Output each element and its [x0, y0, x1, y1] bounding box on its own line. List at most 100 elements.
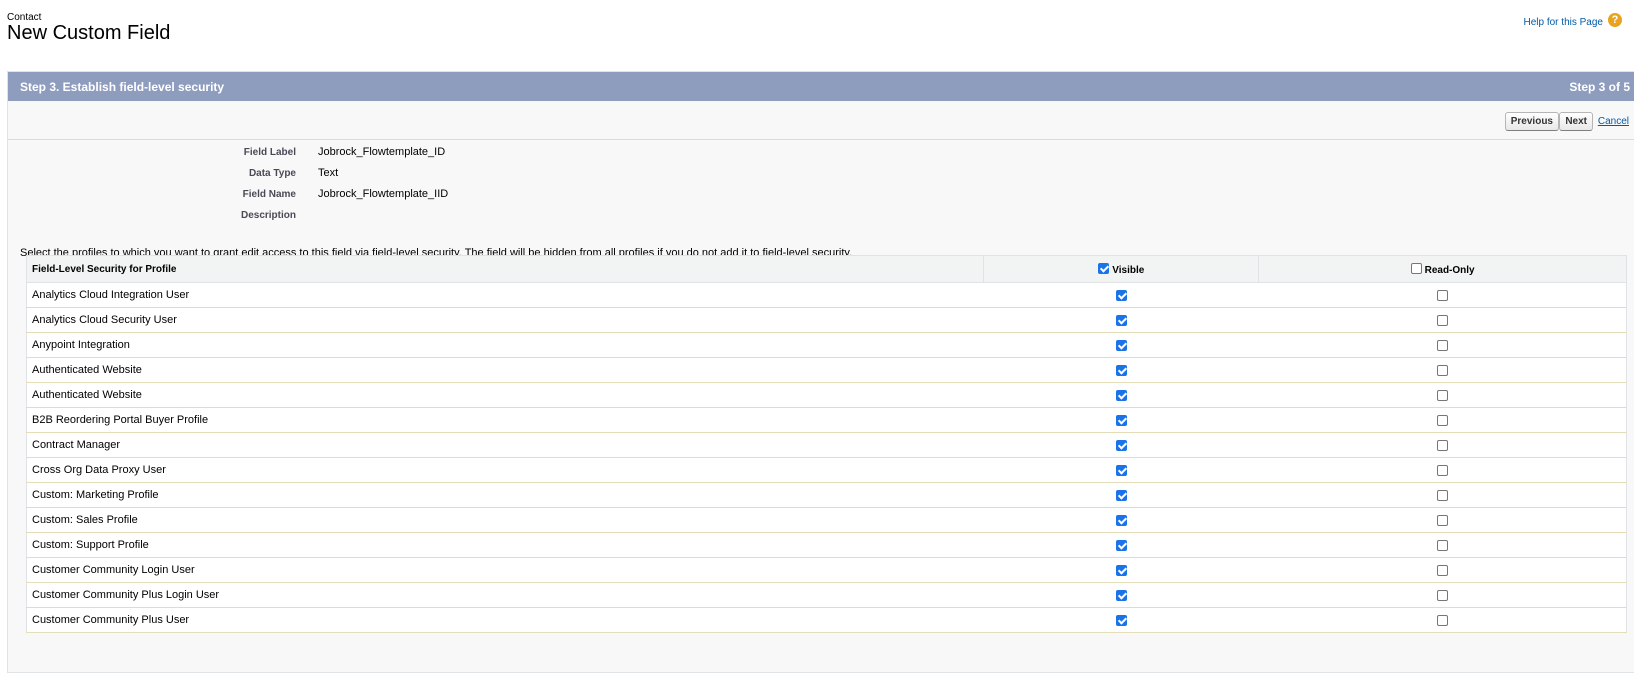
- profile-name: Customer Community Plus Login User: [25, 582, 984, 608]
- visible-cell: [983, 307, 1259, 333]
- profile-name: Analytics Cloud Security User: [25, 307, 984, 333]
- readonly-cell: [1258, 407, 1627, 433]
- visible-header-label: Visible: [1112, 264, 1145, 276]
- profile-name: Custom: Sales Profile: [25, 507, 984, 533]
- visible-cell: [983, 357, 1259, 383]
- readonly-checkbox[interactable]: [1436, 614, 1448, 626]
- readonly-checkbox[interactable]: [1436, 414, 1448, 426]
- step-panel: Step 3. Establish field-level security S…: [7, 71, 1634, 673]
- visible-checkbox[interactable]: [1115, 564, 1127, 576]
- cancel-link[interactable]: Cancel: [1598, 116, 1629, 127]
- readonly-cell: [1258, 432, 1627, 458]
- table-body: Analytics Cloud Integration User Analytic…: [25, 282, 1627, 633]
- readonly-cell: [1258, 332, 1627, 358]
- visible-checkbox[interactable]: [1115, 339, 1127, 351]
- profile-name: Analytics Cloud Integration User: [25, 282, 984, 308]
- table-row: Custom: Support Profile: [25, 532, 1627, 558]
- detail-value: Jobrock_Flowtemplate_ID: [318, 146, 446, 158]
- visible-cell: [983, 432, 1259, 458]
- visible-column-header: Visible: [983, 255, 1260, 283]
- detail-field-name: Field Name Jobrock_Flowtemplate_IID: [8, 187, 808, 203]
- step-count: Step 3 of 5: [1569, 80, 1630, 94]
- step-title: Step 3. Establish field-level security: [20, 80, 225, 94]
- readonly-checkbox[interactable]: [1436, 564, 1448, 576]
- readonly-column-header: Read-Only: [1258, 255, 1627, 283]
- visible-checkbox[interactable]: [1115, 414, 1127, 426]
- readonly-checkbox[interactable]: [1436, 514, 1448, 526]
- visible-all-checkbox[interactable]: [1098, 262, 1110, 274]
- step-header: Step 3. Establish field-level security S…: [8, 72, 1634, 101]
- readonly-all-checkbox[interactable]: [1410, 262, 1422, 274]
- readonly-cell: [1258, 457, 1627, 483]
- profile-name: Customer Community Login User: [25, 557, 984, 583]
- profile-name: Authenticated Website: [25, 382, 984, 408]
- readonly-checkbox[interactable]: [1436, 289, 1448, 301]
- readonly-checkbox[interactable]: [1436, 489, 1448, 501]
- detail-value: Jobrock_Flowtemplate_IID: [318, 188, 449, 200]
- profile-name: Contract Manager: [25, 432, 984, 458]
- visible-checkbox[interactable]: [1115, 464, 1127, 476]
- table-row: Analytics Cloud Security User: [25, 307, 1627, 333]
- visible-cell: [983, 407, 1259, 433]
- next-button[interactable]: Next: [1559, 112, 1593, 131]
- profile-name: B2B Reordering Portal Buyer Profile: [25, 407, 984, 433]
- detail-description: Description: [8, 208, 808, 224]
- profile-name: Customer Community Plus User: [25, 607, 984, 633]
- profile-name: Custom: Support Profile: [25, 532, 984, 558]
- detail-field-label: Field Label Jobrock_Flowtemplate_ID: [8, 145, 808, 161]
- readonly-cell: [1258, 382, 1627, 408]
- readonly-checkbox[interactable]: [1436, 589, 1448, 601]
- readonly-cell: [1258, 532, 1627, 558]
- readonly-cell: [1258, 557, 1627, 583]
- readonly-checkbox[interactable]: [1436, 439, 1448, 451]
- visible-cell: [983, 532, 1259, 558]
- profile-column-header: Field-Level Security for Profile: [25, 255, 985, 283]
- table-row: Cross Org Data Proxy User: [25, 457, 1627, 483]
- visible-checkbox[interactable]: [1115, 489, 1127, 501]
- visible-checkbox[interactable]: [1115, 289, 1127, 301]
- readonly-cell: [1258, 357, 1627, 383]
- readonly-checkbox[interactable]: [1436, 464, 1448, 476]
- profile-name: Cross Org Data Proxy User: [25, 457, 984, 483]
- visible-checkbox[interactable]: [1115, 539, 1127, 551]
- visible-cell: [983, 582, 1259, 608]
- profile-name: Anypoint Integration: [25, 332, 984, 358]
- visible-cell: [983, 282, 1259, 308]
- readonly-cell: [1258, 582, 1627, 608]
- question-icon[interactable]: ?: [1608, 13, 1622, 27]
- visible-cell: [983, 607, 1259, 633]
- readonly-cell: [1258, 282, 1627, 308]
- visible-cell: [983, 332, 1259, 358]
- visible-cell: [983, 482, 1259, 508]
- help-link[interactable]: Help for this Page: [1524, 17, 1604, 28]
- readonly-checkbox[interactable]: [1436, 389, 1448, 401]
- readonly-checkbox[interactable]: [1436, 364, 1448, 376]
- table-row: Anypoint Integration: [25, 332, 1627, 358]
- visible-cell: [983, 557, 1259, 583]
- profile-name: Authenticated Website: [25, 357, 984, 383]
- visible-checkbox[interactable]: [1115, 514, 1127, 526]
- table-row: Analytics Cloud Integration User: [25, 282, 1627, 308]
- field-level-security-table: Field-Level Security for Profile Visible…: [25, 255, 1627, 633]
- detail-label: Field Name: [242, 189, 296, 200]
- profile-name: Custom: Marketing Profile: [25, 482, 984, 508]
- detail-label: Field Label: [243, 147, 296, 158]
- table-row: Contract Manager: [25, 432, 1627, 458]
- previous-button[interactable]: Previous: [1504, 112, 1559, 131]
- button-bar: Previous Next Cancel: [8, 101, 1634, 140]
- visible-cell: [983, 382, 1259, 408]
- visible-checkbox[interactable]: [1115, 364, 1127, 376]
- visible-checkbox[interactable]: [1115, 314, 1127, 326]
- visible-checkbox[interactable]: [1115, 389, 1127, 401]
- table-row: Customer Community Login User: [25, 557, 1627, 583]
- readonly-checkbox[interactable]: [1436, 539, 1448, 551]
- table-row: Custom: Marketing Profile: [25, 482, 1627, 508]
- visible-checkbox[interactable]: [1115, 614, 1127, 626]
- table-row: B2B Reordering Portal Buyer Profile: [25, 407, 1627, 433]
- readonly-cell: [1258, 482, 1627, 508]
- visible-checkbox[interactable]: [1115, 439, 1127, 451]
- table-row: Custom: Sales Profile: [25, 507, 1627, 533]
- visible-checkbox[interactable]: [1115, 589, 1127, 601]
- readonly-checkbox[interactable]: [1436, 314, 1448, 326]
- readonly-checkbox[interactable]: [1436, 339, 1448, 351]
